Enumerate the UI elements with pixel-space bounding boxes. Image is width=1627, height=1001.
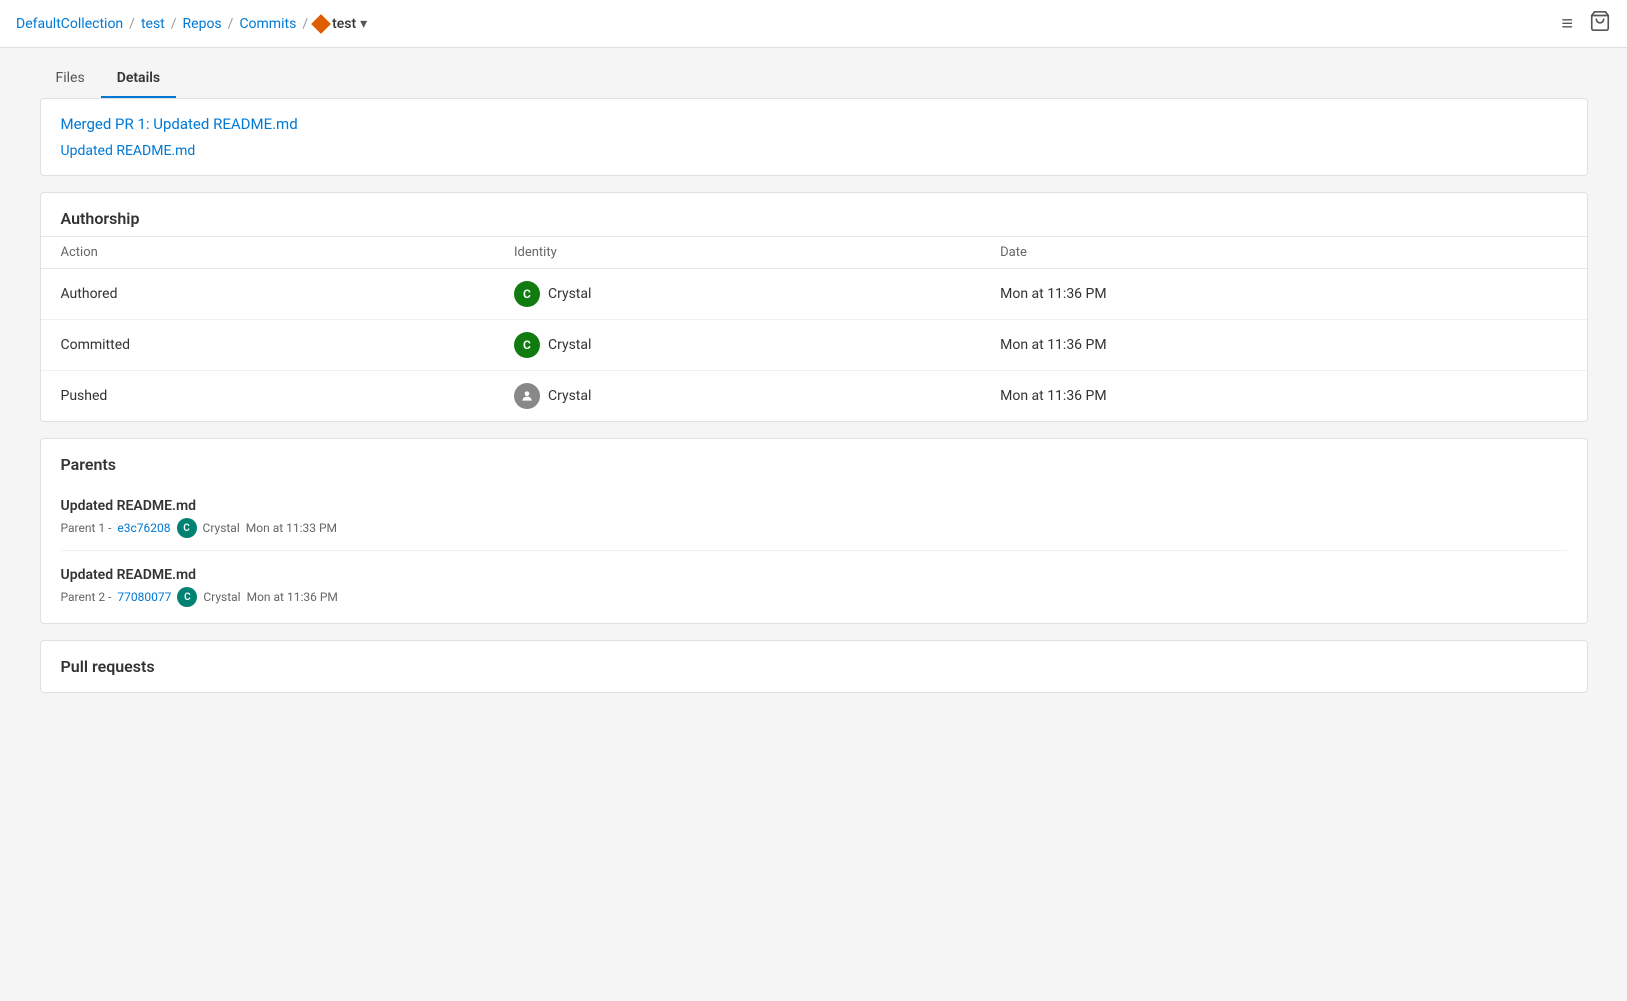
parent-item: Updated README.md Parent 1 - e3c76208 C Crys… (61, 498, 1567, 551)
parent-identity-name: Crystal (203, 521, 240, 535)
avatar: C (514, 281, 540, 307)
authorship-action: Authored (41, 269, 494, 320)
bag-icon[interactable] (1589, 10, 1611, 37)
breadcrumb-repo[interactable]: test (332, 16, 356, 32)
identity-name: Crystal (548, 337, 591, 353)
parent-label: Parent 2 - (61, 590, 112, 604)
chevron-down-icon[interactable]: ▾ (360, 16, 367, 32)
parent-meta: Parent 2 - 77080077 C Crystal Mon at 11:36 P… (61, 587, 1567, 607)
authorship-identity: C Crystal (494, 320, 980, 371)
parent-meta: Parent 1 - e3c76208 C Crystal Mon at 11:33 P… (61, 518, 1567, 538)
parent-avatar: C (177, 518, 197, 538)
breadcrumb-sep-3: / (228, 16, 234, 32)
commit-messages-card: Merged PR 1: Updated README.md Updated R… (40, 98, 1588, 176)
parent-hash[interactable]: e3c76208 (117, 521, 170, 535)
identity-name: Crystal (548, 388, 591, 404)
tabs: Files Details (40, 60, 1588, 98)
breadcrumb-repos[interactable]: Repos (183, 16, 222, 32)
parent-separator (61, 550, 1567, 551)
commit-title[interactable]: Merged PR 1: Updated README.md (61, 115, 1567, 133)
topbar: DefaultCollection / test / Repos / Commi… (0, 0, 1627, 48)
breadcrumb-sep-2: / (171, 16, 177, 32)
authorship-identity: C Crystal (494, 269, 980, 320)
authorship-table-header: Action Identity Date (41, 237, 1587, 269)
breadcrumb: DefaultCollection / test / Repos / Commi… (16, 16, 367, 32)
parents-card: Parents Updated README.md Parent 1 - e3c76… (40, 438, 1588, 624)
parent-commit-title: Updated README.md (61, 567, 1567, 583)
authorship-title: Authorship (41, 193, 1587, 236)
breadcrumb-commits[interactable]: Commits (239, 16, 296, 32)
authorship-date: Mon at 11:36 PM (980, 269, 1586, 320)
authorship-identity: Crystal (494, 371, 980, 422)
tab-details[interactable]: Details (101, 60, 176, 98)
main-content: Files Details Merged PR 1: Updated READM… (24, 48, 1604, 721)
authorship-date: Mon at 11:36 PM (980, 371, 1586, 422)
authorship-action: Pushed (41, 371, 494, 422)
commit-body[interactable]: Updated README.md (61, 143, 1567, 159)
authorship-row: Pushed Crystal Mon at 11:36 PM (41, 371, 1587, 422)
identity-name: Crystal (548, 286, 591, 302)
col-action: Action (41, 237, 494, 269)
repo-diamond-icon (311, 14, 331, 34)
authorship-row: Authored C Crystal Mon at 11:36 PM (41, 269, 1587, 320)
pull-requests-card: Pull requests (40, 640, 1588, 693)
parent-hash[interactable]: 77080077 (117, 590, 171, 604)
list-icon[interactable]: ≡ (1561, 11, 1573, 36)
parents-title: Parents (41, 439, 1587, 482)
pull-requests-title: Pull requests (61, 657, 1567, 676)
commit-messages: Merged PR 1: Updated README.md Updated R… (41, 99, 1587, 175)
col-identity: Identity (494, 237, 980, 269)
avatar: C (514, 332, 540, 358)
tab-files[interactable]: Files (40, 60, 101, 98)
breadcrumb-sep-1: / (129, 16, 135, 32)
authorship-action: Committed (41, 320, 494, 371)
parent-label: Parent 1 - (61, 521, 112, 535)
col-date: Date (980, 237, 1586, 269)
parent-identity-name: Crystal (203, 590, 240, 604)
breadcrumb-project[interactable]: test (141, 16, 165, 32)
parent-date: Mon at 11:36 PM (247, 590, 338, 604)
pull-requests-section: Pull requests (41, 641, 1587, 692)
topbar-icons: ≡ (1561, 10, 1611, 37)
parent-avatar: C (177, 587, 197, 607)
authorship-card: Authorship Action Identity Date Authored… (40, 192, 1588, 422)
parents-section: Updated README.md Parent 1 - e3c76208 C Crys… (41, 482, 1587, 623)
breadcrumb-sep-4: / (302, 16, 308, 32)
avatar (514, 383, 540, 409)
authorship-row: Committed C Crystal Mon at 11:36 PM (41, 320, 1587, 371)
parent-item: Updated README.md Parent 2 - 77080077 C Crys… (61, 567, 1567, 607)
parent-commit-title: Updated README.md (61, 498, 1567, 514)
breadcrumb-collection[interactable]: DefaultCollection (16, 16, 123, 32)
parent-date: Mon at 11:33 PM (246, 521, 337, 535)
authorship-date: Mon at 11:36 PM (980, 320, 1586, 371)
authorship-table: Action Identity Date Authored C Crystal Mon… (41, 236, 1587, 421)
